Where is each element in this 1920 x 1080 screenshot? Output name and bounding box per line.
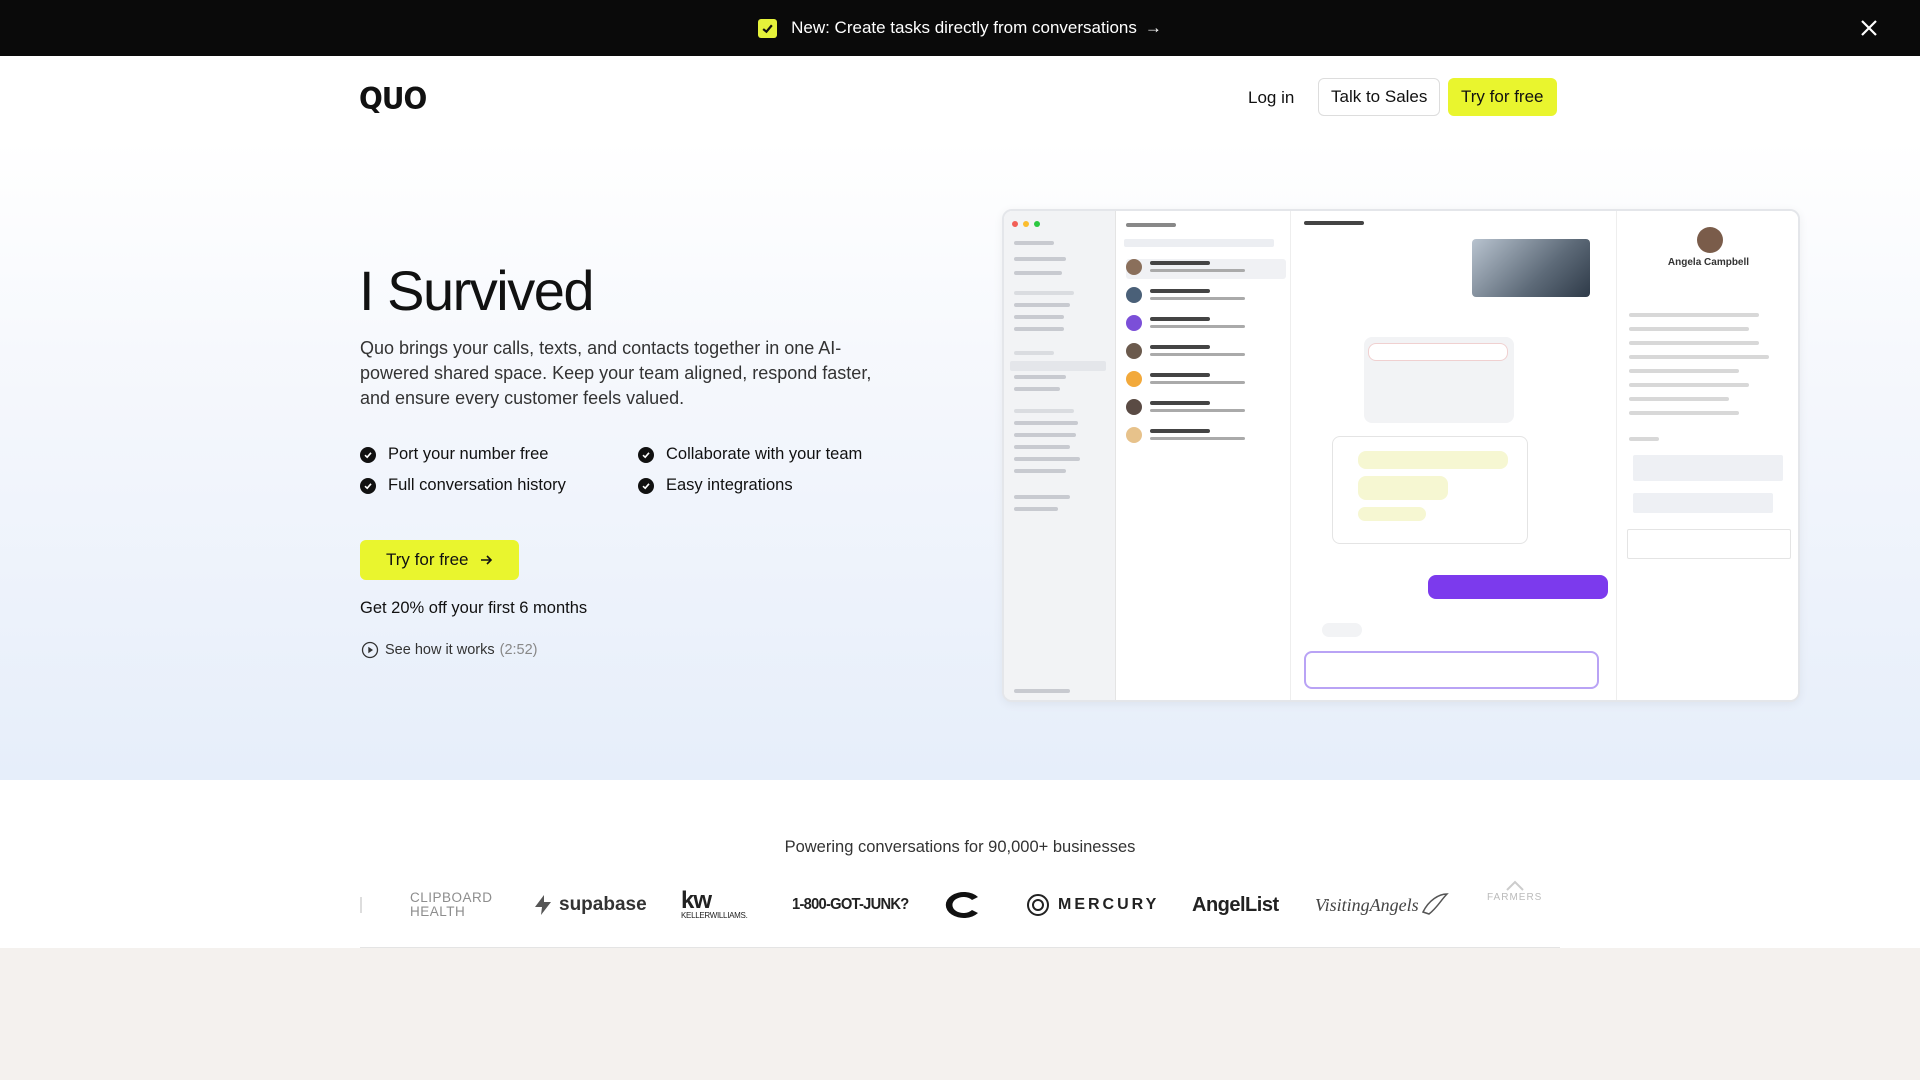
logo-carousel: CLIPBOARD HEALTH supabase kw KELLERWILLI…	[360, 880, 1560, 930]
visiting-angels-logo: VisitingAngels	[1315, 880, 1449, 930]
preview-sidebar	[1004, 211, 1116, 700]
feature-item: Port your number free	[360, 445, 638, 464]
feature-item: Easy integrations	[638, 476, 916, 495]
lower-section	[0, 948, 1920, 1080]
feature-item: Collaborate with your team	[638, 445, 916, 464]
farmers-logo: FARMERS	[1487, 880, 1542, 930]
kw-logo-sub: KELLERWILLIAMS.	[681, 910, 748, 920]
clipboard-health-logo: CLIPBOARD HEALTH	[410, 880, 493, 930]
kw-logo-mark: kw	[681, 886, 712, 914]
chicago-bears-logo	[940, 880, 984, 930]
feature-label: Easy integrations	[666, 476, 793, 494]
feature-label: Full conversation history	[388, 476, 566, 494]
check-circle-icon	[360, 446, 376, 463]
check-circle-icon	[638, 477, 654, 494]
angel-wing-icon	[1421, 893, 1449, 915]
bears-c-icon	[945, 892, 978, 918]
talk-to-sales-button[interactable]: Talk to Sales	[1318, 78, 1441, 116]
checkbox-icon	[758, 18, 778, 38]
site-header: QUO Log in Talk to Sales Try for free	[0, 56, 1920, 140]
check-circle-icon	[638, 446, 654, 463]
how-duration: (2:52)	[499, 642, 538, 658]
quo-logo[interactable]: QUO	[359, 81, 427, 116]
logo-cloud-section: Powering conversations for 90,000+ busin…	[0, 780, 1920, 948]
clipboard-health-logo-line1: CLIPBOARD	[410, 890, 493, 905]
discount-text: Get 20% off your first 6 months	[360, 599, 588, 617]
try-free-button[interactable]: Try for free	[1448, 78, 1557, 116]
close-icon[interactable]	[1858, 17, 1880, 39]
clipboard-health-logo-line2: HEALTH	[410, 904, 466, 919]
hero-description: Quo brings your calls, texts, and contac…	[360, 338, 872, 408]
farmers-logo-text: FARMERS	[1487, 892, 1543, 903]
farmers-icon	[1505, 880, 1524, 891]
hero-section: I Survived Quo brings your calls, texts,…	[0, 140, 1920, 780]
logo-cloud-heading: Powering conversations for 90,000+ busin…	[784, 838, 1136, 856]
app-preview-image: Angela Campbell	[1002, 209, 1800, 702]
feature-label: Collaborate with your team	[666, 445, 863, 463]
mercury-icon	[1027, 894, 1049, 916]
preview-contact-name: Angela Campbell	[1667, 257, 1750, 268]
preview-contact-panel: Angela Campbell	[1616, 211, 1798, 700]
angellist-logo: AngelList	[1192, 893, 1279, 916]
supabase-logo: supabase	[533, 880, 647, 930]
hero-try-free-button[interactable]: Try for free	[360, 540, 519, 580]
hero-title: I Survived	[359, 259, 595, 322]
login-link[interactable]: Log in	[1230, 78, 1312, 118]
feature-label: Port your number free	[388, 445, 549, 463]
see-how-it-works-link[interactable]: See how it works (2:52)	[361, 641, 538, 659]
supabase-bolt-icon	[535, 895, 551, 915]
announcement-text[interactable]: New: Create tasks directly from conversa…	[791, 18, 1137, 38]
mercury-logo-text: MERCURY	[1058, 896, 1160, 913]
preview-shared-photo	[1472, 239, 1590, 297]
play-circle-icon	[361, 641, 379, 659]
window-controls	[1012, 221, 1040, 227]
keller-williams-logo: kw KELLERWILLIAMS.	[681, 880, 748, 930]
arrow-right-icon: →	[1144, 18, 1162, 37]
feature-list: Port your number free Collaborate with y…	[360, 445, 920, 495]
mercury-logo: MERCURY	[1026, 880, 1159, 930]
carousel-edge	[360, 880, 365, 930]
preview-conversation-list	[1116, 211, 1291, 700]
announcement-bar[interactable]: New: Create tasks directly from conversa…	[0, 0, 1920, 56]
arrow-right-icon	[480, 555, 492, 565]
hero-cta-label: Try for free	[386, 550, 469, 569]
visiting-angels-text: VisitingAngels	[1315, 894, 1419, 915]
preview-chat-panel	[1292, 211, 1608, 700]
how-label: See how it works	[385, 642, 495, 658]
supabase-logo-text: supabase	[559, 894, 647, 915]
1-800-got-junk-logo: 1-800-GOT-JUNK?	[792, 896, 909, 913]
feature-item: Full conversation history	[360, 476, 638, 495]
check-circle-icon	[360, 477, 376, 494]
